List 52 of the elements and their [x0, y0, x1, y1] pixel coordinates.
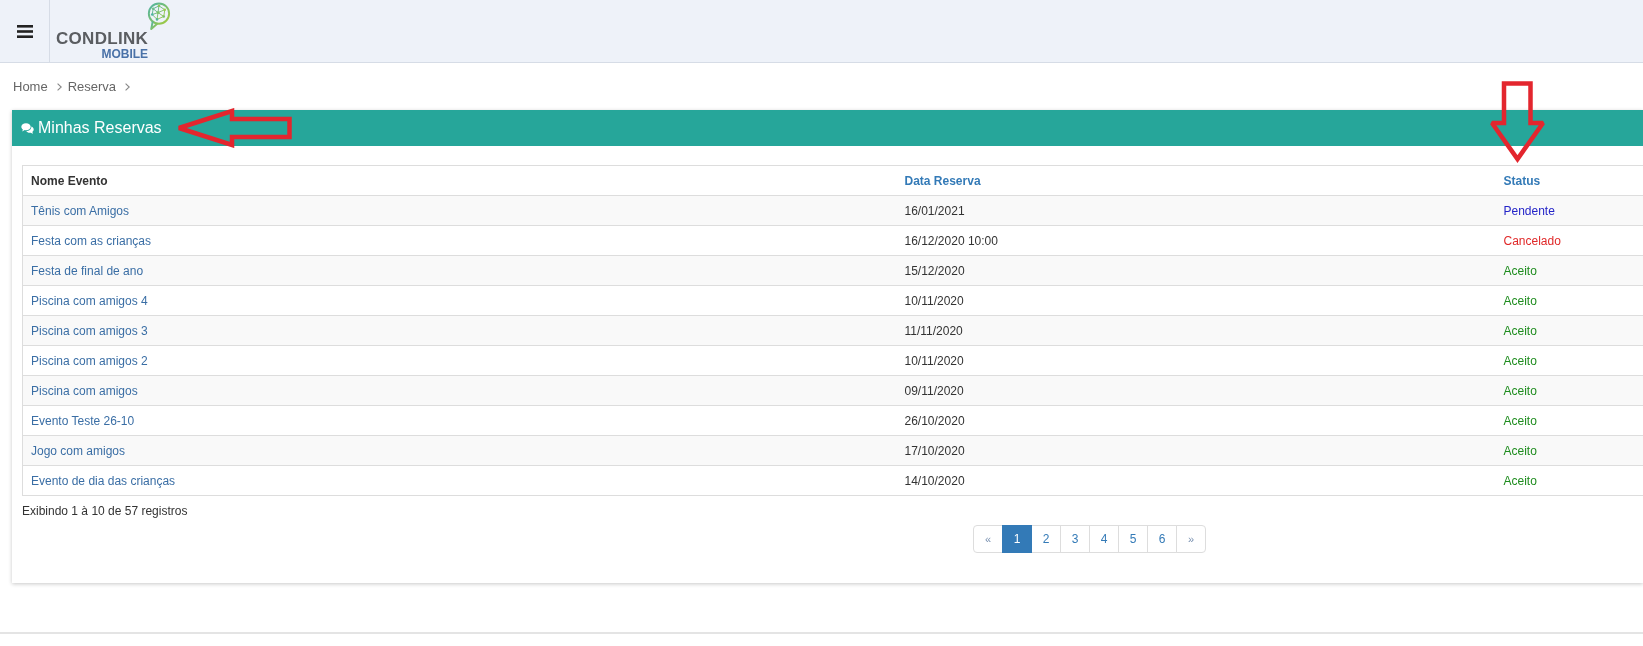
page-button[interactable]: 1 — [1002, 525, 1032, 553]
status-text: Cancelado — [1503, 233, 1561, 248]
status-text: Pendente — [1503, 203, 1555, 218]
page-button[interactable]: 6 — [1147, 525, 1177, 553]
reservation-date: 15/12/2020 — [904, 263, 965, 278]
event-name-link[interactable]: Piscina com amigos 2 — [31, 353, 148, 368]
event-name-link[interactable]: Jogo com amigos — [31, 443, 126, 458]
page-button[interactable]: 5 — [1118, 525, 1148, 553]
status-text: Aceito — [1503, 383, 1537, 398]
reservation-date: 16/12/2020 10:00 — [904, 233, 998, 248]
event-name-link[interactable]: Festa de final de ano — [31, 263, 144, 278]
speech-bubbles-icon — [21, 122, 34, 134]
reservation-date: 17/10/2020 — [904, 443, 965, 458]
panel-title: Minhas Reservas — [38, 118, 162, 138]
status-text: Aceito — [1503, 323, 1537, 338]
reservation-date: 16/01/2021 — [904, 203, 965, 218]
reservation-date: 10/11/2020 — [904, 353, 964, 368]
status-text: Aceito — [1503, 353, 1537, 368]
logo-wordmark: CONDLINK — [56, 30, 149, 47]
column-header[interactable]: Data Reserva — [904, 173, 981, 188]
chevron-right-icon — [56, 83, 62, 91]
network-bubble-icon — [145, 2, 172, 30]
page-button[interactable]: 4 — [1089, 525, 1119, 553]
records-summary: Exibindo 1 à 10 de 57 registros — [22, 503, 188, 520]
event-name-link[interactable]: Piscina com amigos 4 — [31, 293, 148, 308]
column-header[interactable]: Status — [1503, 173, 1541, 188]
event-name-link[interactable]: Piscina com amigos — [31, 383, 138, 398]
event-name-link[interactable]: Tênis com Amigos — [31, 203, 130, 218]
chevron-right-icon — [125, 83, 131, 91]
event-name-link[interactable]: Evento de dia das crianças — [31, 473, 176, 488]
event-name-link[interactable]: Piscina com amigos 3 — [31, 323, 148, 338]
breadcrumb-link[interactable]: Reserva — [67, 78, 117, 96]
page-button[interactable]: 2 — [1031, 525, 1061, 553]
status-text: Aceito — [1503, 473, 1537, 488]
reservation-date: 10/11/2020 — [904, 293, 964, 308]
reservation-date: 26/10/2020 — [904, 413, 965, 428]
column-header: Nome Evento — [31, 173, 108, 188]
breadcrumb-link[interactable]: Home — [13, 78, 48, 96]
menu-icon — [16, 24, 33, 38]
reservation-date: 09/11/2020 — [904, 383, 964, 398]
next-page-button[interactable]: » — [1176, 525, 1206, 553]
page-button[interactable]: 3 — [1060, 525, 1090, 553]
status-text: Aceito — [1503, 413, 1537, 428]
reservation-date: 14/10/2020 — [904, 473, 965, 488]
previous-page-button[interactable]: « — [973, 525, 1003, 553]
status-text: Aceito — [1503, 293, 1537, 308]
event-name-link[interactable]: Festa com as crianças — [31, 233, 152, 248]
status-text: Aceito — [1503, 443, 1537, 458]
event-name-link[interactable]: Evento Teste 26-10 — [31, 413, 135, 428]
reservation-date: 11/11/2020 — [904, 323, 963, 338]
status-text: Aceito — [1503, 263, 1537, 278]
logo-tagline: MOBILE — [101, 48, 149, 60]
